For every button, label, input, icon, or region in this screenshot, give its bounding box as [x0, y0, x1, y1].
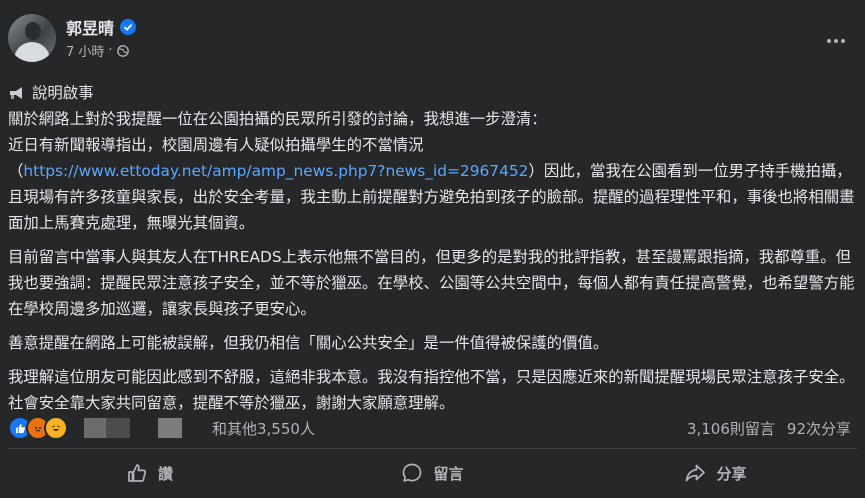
- comment-label: 留言: [433, 464, 464, 483]
- engagement-counts: 3,106則留言 92次分享: [687, 418, 851, 439]
- haha-reaction-icon: [44, 416, 68, 440]
- reaction-others-count[interactable]: 和其他3,550人: [212, 418, 315, 439]
- redacted-name-block: [84, 418, 106, 438]
- paren-open: （: [8, 162, 24, 180]
- share-button[interactable]: 分享: [574, 451, 857, 495]
- avatar-body-shape: [14, 42, 50, 62]
- post-time[interactable]: 7 小時: [66, 41, 104, 60]
- comments-count[interactable]: 3,106則留言: [687, 418, 775, 439]
- post-heading: 說明啟事: [32, 84, 94, 102]
- share-label: 分享: [716, 464, 747, 483]
- more-dot: [834, 39, 838, 43]
- shares-count[interactable]: 92次分享: [787, 418, 851, 439]
- news-link[interactable]: https://www.ettoday.net/amp/amp_news.php…: [23, 162, 528, 180]
- verified-badge-icon: [120, 19, 137, 35]
- para2: 目前留言中當事人與其友人在THREADS上表示他無不當目的，但更多的是對我的批評…: [8, 248, 855, 318]
- author-name[interactable]: 郭昱晴: [66, 15, 114, 39]
- comment-bubble-icon: [403, 463, 422, 482]
- globe-icon[interactable]: [116, 44, 129, 57]
- reaction-summary[interactable]: 和其他3,550人: [8, 416, 315, 440]
- para3: 善意提醒在網路上可能被誤解，但我仍相信「關心公共安全」是一件值得被保護的價值。: [8, 334, 609, 352]
- redacted-name-block: [158, 418, 182, 438]
- author-avatar[interactable]: [8, 14, 56, 62]
- more-dot: [827, 39, 831, 43]
- redacted-name-block: [106, 418, 130, 438]
- like-button[interactable]: 讚: [8, 451, 291, 495]
- megaphone-icon: [10, 87, 22, 99]
- avatar-head-shape: [25, 22, 41, 40]
- para1-line2: 近日有新聞報導指出，校園周邊有人疑似拍攝學生的不當情況: [8, 136, 424, 154]
- action-divider: [8, 448, 857, 449]
- comment-button[interactable]: 留言: [291, 451, 574, 495]
- post-action-bar: 讚 留言 分享: [8, 451, 857, 495]
- more-options-icon[interactable]: [821, 26, 851, 56]
- post-heading-line: 說明啟事: [8, 80, 858, 106]
- para1-rest: （https://www.ettoday.net/amp/amp_news.ph…: [8, 158, 858, 236]
- like-label: 讚: [157, 464, 173, 483]
- para1-line1: 關於網路上對於我提醒一位在公園拍攝的民眾所引發的討論，我想進一步澄清：: [8, 110, 547, 128]
- share-arrow-icon: [686, 464, 706, 482]
- more-dot: [841, 39, 845, 43]
- para4: 我理解這位朋友可能因此感到不舒服，這絕非我本意。我沒有指控他不當，只是因應近來的…: [8, 368, 855, 412]
- thumbs-up-icon: [128, 464, 147, 482]
- post-meta: 7 小時 ·: [66, 41, 129, 60]
- author-row: 郭昱晴: [66, 15, 137, 39]
- meta-separator: ·: [108, 43, 113, 58]
- post-body: 說明啟事 關於網路上對於我提醒一位在公園拍攝的民眾所引發的討論，我想進一步澄清：…: [8, 80, 858, 416]
